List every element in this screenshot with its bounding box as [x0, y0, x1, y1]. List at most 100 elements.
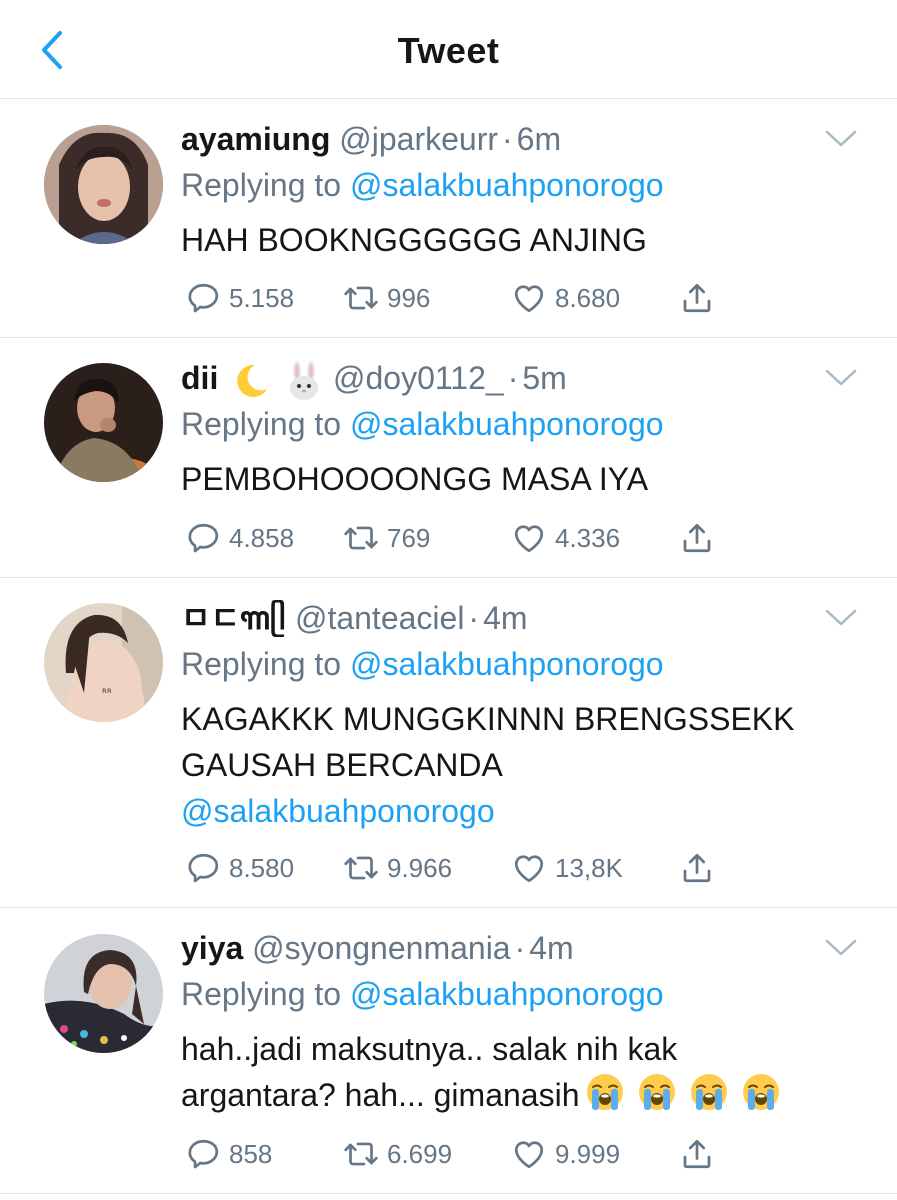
tweet-text: hah..jadi maksutnya.. salak nih kak arga…: [181, 1026, 861, 1118]
action-bar: 4.858 769 4.336: [181, 516, 741, 560]
like-count: 13,8K: [555, 852, 623, 883]
tweet-text-line: GAUSAH BERCANDA: [181, 747, 503, 783]
retweet-count: 6.699: [387, 1138, 453, 1169]
tweet-text-line: KAGAKKK MUNGGKINNN BRENGSSEKK: [181, 701, 795, 737]
replying-to: Replying to @salakbuahponorogo: [181, 974, 664, 1014]
retweet-count: 9.966: [387, 852, 453, 883]
share-icon: [679, 280, 715, 316]
like-button[interactable]: 8.680: [511, 276, 620, 320]
loudly-crying-face-emoji: [637, 1072, 677, 1112]
retweet-icon: [343, 850, 379, 886]
retweet-button[interactable]: 9.966: [343, 846, 452, 890]
timestamp[interactable]: 4m: [483, 600, 527, 636]
reply-bubble-icon: [185, 1136, 221, 1172]
timestamp[interactable]: 5m: [522, 360, 566, 396]
tweet-4[interactable]: yiya @syongnenmania · 4m Replying to @sala…: [0, 908, 897, 1194]
retweet-icon: [343, 520, 379, 556]
retweet-count: 996: [387, 282, 431, 313]
mention-link[interactable]: @salakbuahponorogo: [350, 976, 664, 1012]
replying-to: Replying to @salakbuahponorogo: [181, 644, 664, 684]
user-handle[interactable]: @tanteaciel: [295, 600, 464, 636]
heart-icon: [511, 280, 547, 316]
timestamp[interactable]: 6m: [517, 121, 561, 157]
reply-count: 4.858: [229, 522, 295, 553]
like-count: 9.999: [555, 1138, 621, 1169]
avatar[interactable]: [44, 125, 163, 244]
chevron-down-icon[interactable]: [824, 368, 858, 388]
display-name[interactable]: dii: [181, 360, 218, 396]
like-button[interactable]: 4.336: [511, 516, 620, 560]
mention-link[interactable]: @salakbuahponorogo: [181, 788, 861, 834]
heart-icon: [511, 520, 547, 556]
loudly-crying-face-emoji: [689, 1072, 729, 1112]
replying-label: Replying to: [181, 406, 342, 442]
replying-label: Replying to: [181, 167, 342, 203]
share-icon: [679, 850, 715, 886]
retweet-button[interactable]: 769: [343, 516, 430, 560]
mention-link[interactable]: @salakbuahponorogo: [350, 646, 664, 682]
reply-bubble-icon: [185, 520, 221, 556]
top-bar: Tweet: [0, 0, 897, 99]
display-name[interactable]: yiya: [181, 930, 243, 966]
reply-count: 8.580: [229, 852, 295, 883]
like-button[interactable]: 13,8K: [511, 846, 623, 890]
tweet-2[interactable]: dii @doy0112_ · 5m Replying to @salakbuahp…: [0, 338, 897, 578]
like-button[interactable]: 9.999: [511, 1132, 620, 1176]
chevron-down-icon[interactable]: [824, 129, 858, 149]
separator-dot: ·: [514, 930, 526, 966]
user-handle[interactable]: @doy0112_: [333, 360, 504, 396]
heart-icon: [511, 1136, 547, 1172]
loudly-crying-face-emoji: [741, 1072, 781, 1112]
replying-label: Replying to: [181, 976, 342, 1012]
avatar[interactable]: ʀʀ: [44, 603, 163, 722]
separator-dot: ·: [507, 360, 519, 396]
svg-text:ʀʀ: ʀʀ: [102, 686, 112, 695]
share-button[interactable]: [679, 1132, 715, 1176]
reply-bubble-icon: [185, 280, 221, 316]
heart-icon: [511, 850, 547, 886]
display-name[interactable]: ayamiung: [181, 121, 330, 157]
share-button[interactable]: [679, 846, 715, 890]
tweet-header: dii @doy0112_ · 5m: [181, 358, 567, 401]
share-icon: [679, 1136, 715, 1172]
replying-label: Replying to: [181, 646, 342, 682]
retweet-icon: [343, 1136, 379, 1172]
loudly-crying-face-emoji: [585, 1072, 625, 1112]
tweet-1[interactable]: ayamiung @jparkeurr · 6m Replying to @sala…: [0, 99, 897, 338]
tweet-header: yiya @syongnenmania · 4m: [181, 928, 574, 968]
chevron-down-icon[interactable]: [824, 608, 858, 628]
like-count: 8.680: [555, 282, 621, 313]
retweet-button[interactable]: 6.699: [343, 1132, 452, 1176]
avatar[interactable]: [44, 363, 163, 482]
tweet-3[interactable]: ʀʀ ㅁㄷ꧑ᥫ @tanteaciel · 4m Replying to @sala…: [0, 578, 897, 908]
share-button[interactable]: [679, 276, 715, 320]
retweet-button[interactable]: 996: [343, 276, 430, 320]
tweet-text: KAGAKKK MUNGGKINNN BRENGSSEKK GAUSAH BER…: [181, 696, 861, 834]
page-title: Tweet: [397, 30, 500, 71]
chevron-down-icon[interactable]: [824, 938, 858, 958]
tweet-header: ㅁㄷ꧑ᥫ @tanteaciel · 4m: [181, 598, 528, 638]
avatar[interactable]: [44, 934, 163, 1053]
action-bar: 5.158 996 8.680: [181, 276, 741, 320]
display-name[interactable]: ㅁㄷ꧑ᥫ: [181, 600, 286, 636]
like-count: 4.336: [555, 522, 621, 553]
tweet-text-line: hah..jadi maksutnya.. salak nih kak: [181, 1031, 678, 1067]
user-handle[interactable]: @jparkeurr: [339, 121, 498, 157]
tweet-text: PEMBOHOOOONGG MASA IYA: [181, 461, 649, 497]
reply-bubble-icon: [185, 850, 221, 886]
share-button[interactable]: [679, 516, 715, 560]
reply-button[interactable]: 858: [185, 1132, 272, 1176]
mention-link[interactable]: @salakbuahponorogo: [350, 406, 664, 442]
mention-link[interactable]: @salakbuahponorogo: [350, 167, 664, 203]
retweet-count: 769: [387, 522, 431, 553]
tweet-text-segment: argantara? hah... gimanasih: [181, 1077, 580, 1113]
reply-button[interactable]: 5.158: [185, 276, 294, 320]
replying-to: Replying to @salakbuahponorogo: [181, 404, 664, 444]
user-handle[interactable]: @syongnenmania: [252, 930, 510, 966]
timestamp[interactable]: 4m: [529, 930, 573, 966]
reply-button[interactable]: 4.858: [185, 516, 294, 560]
reply-button[interactable]: 8.580: [185, 846, 294, 890]
rabbit-face-emoji: [290, 360, 319, 400]
tweet-header: ayamiung @jparkeurr · 6m: [181, 119, 561, 159]
reply-count: 858: [229, 1138, 273, 1169]
